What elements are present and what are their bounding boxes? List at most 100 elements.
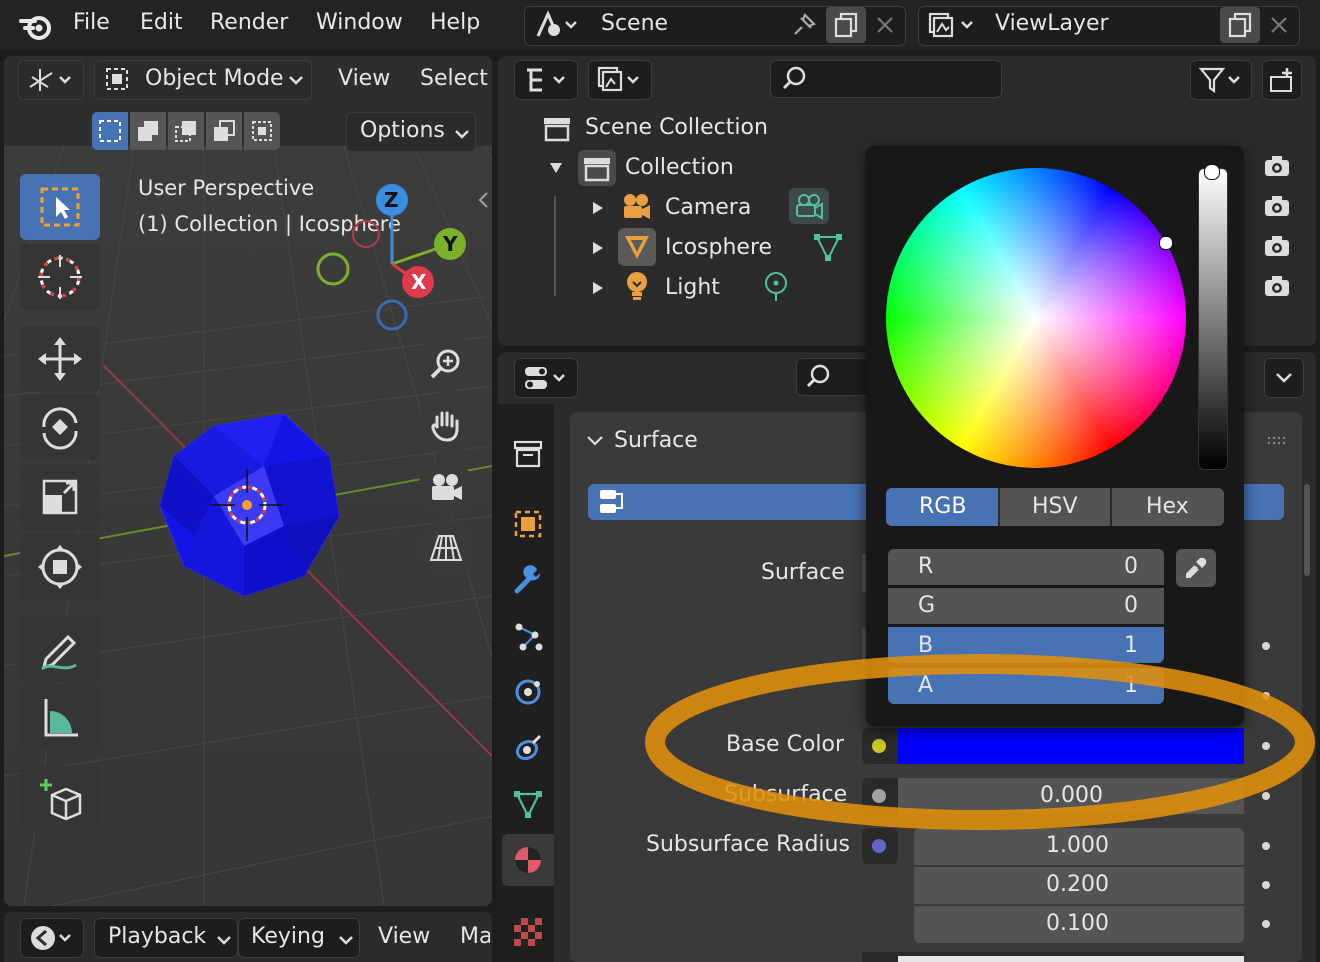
channel-r-value[interactable]: 0 bbox=[1124, 554, 1138, 579]
render-camera-icon[interactable] bbox=[1262, 232, 1292, 260]
pin-icon[interactable] bbox=[786, 8, 822, 42]
expand-triangle-icon[interactable] bbox=[546, 158, 566, 178]
outliner-editor-type-icon[interactable] bbox=[514, 60, 578, 100]
move-tool[interactable] bbox=[20, 326, 100, 392]
add-cube-tool[interactable] bbox=[20, 766, 100, 832]
channel-b-value[interactable]: 1 bbox=[1124, 633, 1138, 658]
transform-tool[interactable] bbox=[20, 534, 100, 600]
collection-label[interactable]: Collection bbox=[625, 155, 734, 180]
axis-z-label[interactable]: Z bbox=[384, 188, 399, 212]
expand-triangle-icon[interactable] bbox=[588, 238, 608, 258]
tab-hex-label[interactable]: Hex bbox=[1146, 494, 1189, 519]
select-subtract-icon[interactable] bbox=[168, 112, 204, 150]
radius-y-value[interactable]: 0.200 bbox=[1046, 872, 1109, 897]
select-menu[interactable]: Select bbox=[420, 66, 488, 91]
scene-collection-label[interactable]: Scene Collection bbox=[585, 115, 768, 140]
radius-z-value[interactable]: 0.100 bbox=[1046, 911, 1109, 936]
eyedropper-icon[interactable] bbox=[1176, 549, 1216, 587]
expand-triangle-icon[interactable] bbox=[588, 278, 608, 298]
tab-particles-icon[interactable] bbox=[506, 614, 550, 658]
light-data-icon[interactable] bbox=[760, 270, 792, 304]
channel-g-value[interactable]: 0 bbox=[1124, 593, 1138, 618]
timeline-editor-type-icon[interactable] bbox=[20, 918, 84, 958]
keyframe-dot[interactable] bbox=[1262, 642, 1270, 650]
channel-a-value[interactable]: 1 bbox=[1124, 673, 1138, 698]
new-collection-icon[interactable] bbox=[1262, 60, 1302, 100]
surface-panel-title[interactable]: Surface bbox=[614, 428, 698, 453]
outliner-item-light[interactable]: Light bbox=[665, 275, 720, 300]
tab-hsv-label[interactable]: HSV bbox=[1032, 494, 1078, 519]
new-scene-icon[interactable] bbox=[826, 7, 866, 43]
subsurface-value[interactable]: 0.000 bbox=[1040, 783, 1103, 808]
keyframe-dot[interactable] bbox=[1262, 792, 1270, 800]
value-slider-handle[interactable] bbox=[1204, 164, 1220, 180]
mode-label[interactable]: Object Mode bbox=[145, 66, 284, 91]
subsurface-radius-socket[interactable] bbox=[872, 839, 886, 853]
value-slider[interactable] bbox=[1198, 168, 1228, 470]
tab-material-icon[interactable] bbox=[502, 834, 554, 886]
options-label[interactable]: Options bbox=[360, 118, 445, 143]
rotate-tool[interactable] bbox=[20, 394, 100, 460]
camera-view-icon[interactable] bbox=[418, 460, 474, 516]
menu-edit[interactable]: Edit bbox=[140, 10, 183, 35]
annotate-tool[interactable] bbox=[20, 616, 100, 682]
keying-label[interactable]: Keying bbox=[251, 924, 325, 949]
color-wheel[interactable] bbox=[886, 168, 1186, 468]
close-scene-icon[interactable] bbox=[868, 8, 902, 42]
render-camera-icon[interactable] bbox=[1262, 272, 1292, 300]
color-wheel-cursor[interactable] bbox=[1159, 236, 1173, 250]
viewport-3d[interactable]: Object Mode View Select Options User Per… bbox=[4, 56, 492, 906]
menu-render[interactable]: Render bbox=[210, 10, 288, 35]
measure-tool[interactable] bbox=[20, 684, 100, 750]
axis-x-label[interactable]: X bbox=[411, 270, 426, 294]
axis-y-label[interactable]: Y bbox=[443, 232, 457, 256]
render-camera-icon[interactable] bbox=[1262, 192, 1292, 220]
expand-triangle-icon[interactable] bbox=[588, 198, 608, 218]
playback-label[interactable]: Playback bbox=[108, 924, 206, 949]
view-menu[interactable]: View bbox=[338, 66, 390, 91]
new-viewlayer-icon[interactable] bbox=[1220, 7, 1260, 43]
tab-modifiers-icon[interactable] bbox=[506, 558, 550, 602]
select-new-icon[interactable] bbox=[92, 112, 128, 150]
select-intersect-icon[interactable] bbox=[244, 112, 280, 150]
keyframe-dot[interactable] bbox=[1262, 742, 1270, 750]
tab-texture-icon[interactable] bbox=[506, 910, 550, 954]
tab-data-icon[interactable] bbox=[506, 782, 550, 826]
select-box-tool[interactable] bbox=[20, 174, 100, 240]
pan-hand-icon[interactable] bbox=[418, 398, 474, 454]
menu-help[interactable]: Help bbox=[430, 10, 480, 35]
display-mode-icon[interactable] bbox=[588, 60, 652, 100]
chevron-down-icon[interactable] bbox=[584, 430, 606, 452]
viewlayer-icon[interactable] bbox=[924, 8, 976, 42]
menu-window[interactable]: Window bbox=[316, 10, 403, 35]
base-color-socket[interactable] bbox=[872, 739, 886, 753]
keyframe-dot[interactable] bbox=[1262, 692, 1270, 700]
outliner-item-icosphere[interactable]: Icosphere bbox=[665, 235, 772, 260]
filter-icon[interactable] bbox=[1190, 60, 1252, 100]
close-viewlayer-icon[interactable] bbox=[1262, 8, 1296, 42]
tab-rgb-label[interactable]: RGB bbox=[919, 494, 966, 519]
keyframe-dot[interactable] bbox=[1262, 842, 1270, 850]
sidebar-toggle-icon[interactable] bbox=[474, 188, 492, 212]
panel-drag-handle-icon[interactable] bbox=[1266, 432, 1290, 450]
properties-scrollbar[interactable] bbox=[1304, 484, 1310, 576]
subsurface-socket[interactable] bbox=[872, 789, 886, 803]
cursor-tool[interactable] bbox=[20, 244, 100, 310]
render-camera-icon[interactable] bbox=[1262, 152, 1292, 180]
menu-file[interactable]: File bbox=[73, 10, 110, 35]
tab-object-icon[interactable] bbox=[506, 502, 550, 546]
tab-physics-icon[interactable] bbox=[506, 670, 550, 714]
properties-options-icon[interactable] bbox=[1264, 358, 1304, 398]
editor-type-button[interactable] bbox=[18, 60, 84, 100]
timeline-view-menu[interactable]: View bbox=[378, 924, 430, 949]
select-extend-icon[interactable] bbox=[130, 112, 166, 150]
tab-tool-icon[interactable] bbox=[506, 432, 550, 476]
base-color-swatch[interactable] bbox=[898, 728, 1244, 764]
keyframe-dot[interactable] bbox=[1262, 881, 1270, 889]
viewlayer-name[interactable]: ViewLayer bbox=[995, 11, 1109, 36]
mesh-data-icon[interactable] bbox=[810, 230, 846, 264]
perspective-toggle-icon[interactable] bbox=[418, 520, 474, 576]
camera-data-icon[interactable] bbox=[789, 188, 829, 224]
properties-editor-type-icon[interactable] bbox=[514, 358, 578, 398]
select-invert-icon[interactable] bbox=[206, 112, 242, 150]
